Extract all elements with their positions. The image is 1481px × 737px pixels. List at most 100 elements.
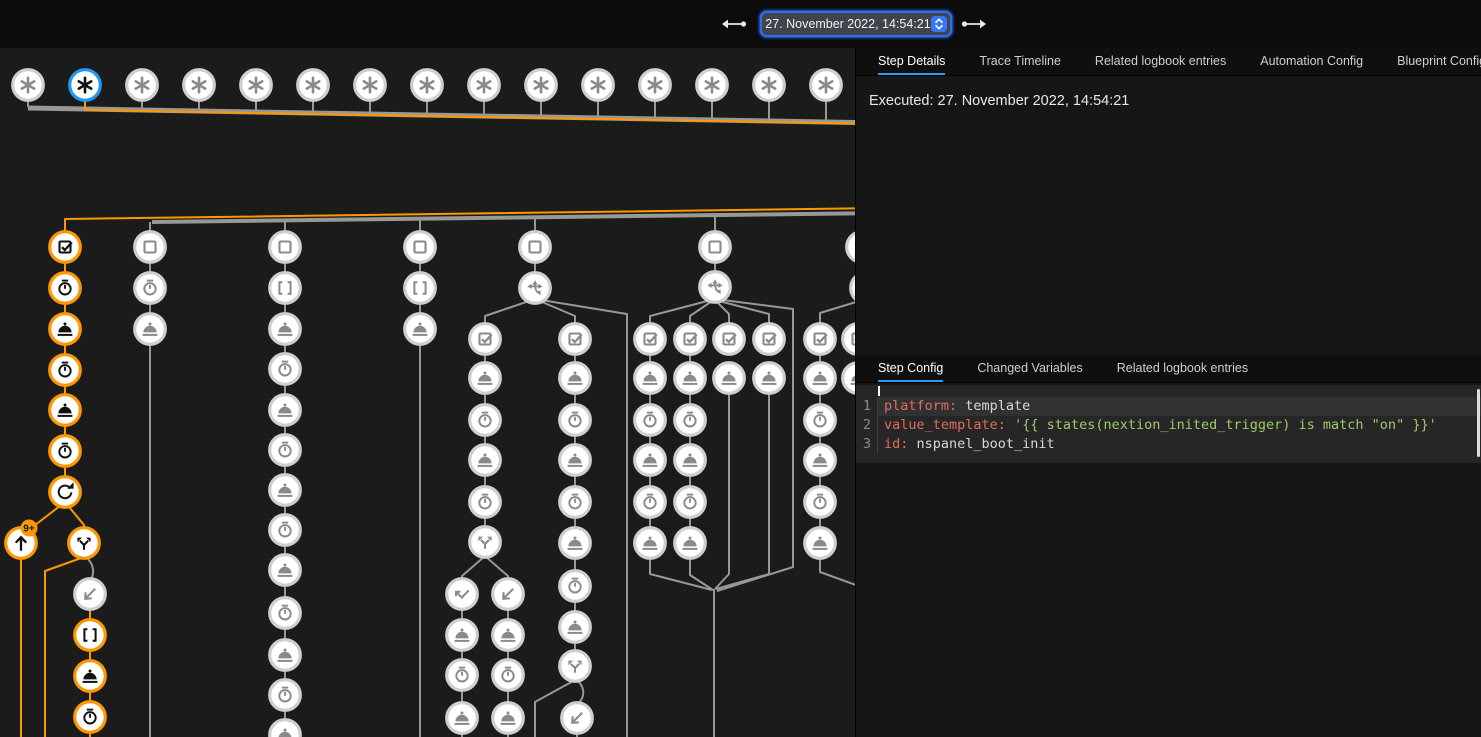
graph-node-square[interactable] xyxy=(405,232,436,263)
graph-node-repeat[interactable] xyxy=(50,477,81,508)
graph-node-service[interactable] xyxy=(675,528,706,559)
graph-node-asterisk[interactable] xyxy=(127,70,158,101)
graph-node-timer[interactable] xyxy=(675,405,706,436)
graph-node-timer[interactable] xyxy=(805,405,836,436)
graph-node-timer[interactable] xyxy=(270,435,301,466)
graph-node-service[interactable] xyxy=(50,314,81,345)
graph-node-service[interactable] xyxy=(675,363,706,394)
graph-node-service[interactable] xyxy=(75,661,106,692)
graph-node-service[interactable] xyxy=(560,445,591,476)
graph-node-asterisk[interactable] xyxy=(754,70,785,101)
graph-node-service[interactable] xyxy=(493,703,524,734)
graph-node-service[interactable] xyxy=(470,363,501,394)
graph-node-service[interactable] xyxy=(843,363,855,394)
graph-node-asterisk[interactable] xyxy=(355,70,386,101)
graph-node-service[interactable] xyxy=(447,703,478,734)
graph-node-checkbox[interactable] xyxy=(560,324,591,355)
graph-node-timer[interactable] xyxy=(470,487,501,518)
tab-blueprint-config[interactable]: Blueprint Config xyxy=(1397,48,1481,75)
graph-node-asterisk[interactable] xyxy=(583,70,614,101)
graph-node-timer[interactable] xyxy=(270,680,301,711)
graph-node-service[interactable] xyxy=(470,445,501,476)
graph-node-square[interactable] xyxy=(847,232,855,263)
graph-node-checkbox[interactable] xyxy=(470,324,501,355)
graph-node-arrow-bottom-left[interactable] xyxy=(75,579,106,610)
graph-node-arrow-bottom-left[interactable] xyxy=(493,579,524,610)
run-datetime-select[interactable]: 27. November 2022, 14:54:21 xyxy=(762,13,950,35)
graph-node-checkbox[interactable] xyxy=(805,324,836,355)
graph-node-choose[interactable] xyxy=(520,273,551,304)
graph-node-square[interactable] xyxy=(700,232,731,263)
next-run-button[interactable] xyxy=(959,17,989,31)
step-config-code-editor[interactable]: 1platform: template2value_template: '{{ … xyxy=(856,385,1481,463)
graph-node-service[interactable] xyxy=(560,363,591,394)
graph-node-service[interactable] xyxy=(270,395,301,426)
graph-node-call-missed[interactable] xyxy=(447,579,478,610)
graph-node-timer[interactable] xyxy=(675,487,706,518)
graph-node-timer[interactable] xyxy=(50,355,81,386)
graph-node-timer[interactable] xyxy=(493,660,524,691)
tab-step-details[interactable]: Step Details xyxy=(878,48,945,75)
graph-node-checkbox[interactable] xyxy=(843,324,855,355)
graph-node-asterisk[interactable] xyxy=(298,70,329,101)
graph-node-asterisk[interactable] xyxy=(640,70,671,101)
graph-node-asterisk[interactable] xyxy=(184,70,215,101)
graph-node-choose[interactable] xyxy=(700,272,731,303)
graph-node-asterisk[interactable] xyxy=(412,70,443,101)
editor-scrollbar[interactable] xyxy=(1477,389,1480,457)
graph-node-asterisk[interactable] xyxy=(13,70,44,101)
graph-node-timer[interactable] xyxy=(635,487,666,518)
tab-changed-variables[interactable]: Changed Variables xyxy=(977,355,1082,382)
graph-node-asterisk[interactable] xyxy=(469,70,500,101)
graph-node-timer[interactable] xyxy=(270,515,301,546)
graph-node-service[interactable] xyxy=(270,475,301,506)
graph-node-asterisk[interactable] xyxy=(241,70,272,101)
graph-node-timer[interactable] xyxy=(635,405,666,436)
graph-node-service[interactable] xyxy=(270,555,301,586)
graph-node-square[interactable] xyxy=(520,232,551,263)
graph-node-timer[interactable] xyxy=(560,487,591,518)
graph-node-checkbox[interactable] xyxy=(675,324,706,355)
graph-node-service[interactable] xyxy=(675,445,706,476)
graph-node-checkbox[interactable] xyxy=(50,232,81,263)
graph-node-checkbox[interactable] xyxy=(754,324,785,355)
graph-node-checkbox[interactable] xyxy=(635,324,666,355)
graph-node-service[interactable] xyxy=(805,363,836,394)
graph-node-call-split[interactable] xyxy=(470,527,501,558)
graph-node-service[interactable] xyxy=(635,445,666,476)
graph-node-timer[interactable] xyxy=(560,405,591,436)
graph-node-service[interactable] xyxy=(270,640,301,671)
graph-node-timer[interactable] xyxy=(447,660,478,691)
graph-node-asterisk[interactable] xyxy=(811,70,842,101)
graph-node-service[interactable] xyxy=(754,363,785,394)
graph-node-service[interactable] xyxy=(405,314,436,345)
graph-node-service[interactable] xyxy=(560,528,591,559)
graph-node-service[interactable] xyxy=(805,528,836,559)
graph-node-timer[interactable] xyxy=(50,436,81,467)
graph-node-timer[interactable] xyxy=(805,487,836,518)
tab-related-logbook-entries[interactable]: Related logbook entries xyxy=(1095,48,1226,75)
graph-node-service[interactable] xyxy=(714,363,745,394)
graph-node-service[interactable] xyxy=(135,314,166,345)
graph-node-timer[interactable] xyxy=(75,702,106,733)
graph-node-brackets[interactable] xyxy=(75,620,106,651)
graph-node-service[interactable] xyxy=(447,620,478,651)
tab-trace-timeline[interactable]: Trace Timeline xyxy=(979,48,1061,75)
previous-run-button[interactable] xyxy=(719,17,749,31)
graph-node-service[interactable] xyxy=(635,363,666,394)
graph-node-service[interactable] xyxy=(805,445,836,476)
graph-node-call-split[interactable] xyxy=(69,528,100,559)
graph-node-asterisk[interactable] xyxy=(526,70,557,101)
graph-node-service[interactable] xyxy=(270,314,301,345)
graph-node-timer[interactable] xyxy=(50,273,81,304)
graph-node-asterisk[interactable] xyxy=(70,70,101,101)
automation-trace-graph[interactable]: 9+ xyxy=(0,48,855,737)
graph-node-asterisk[interactable] xyxy=(697,70,728,101)
graph-node-checkbox[interactable] xyxy=(714,324,745,355)
graph-node-square[interactable] xyxy=(135,232,166,263)
graph-node-timer[interactable] xyxy=(560,571,591,602)
graph-node-service[interactable] xyxy=(560,612,591,643)
graph-node-timer[interactable] xyxy=(270,598,301,629)
graph-node-timer[interactable] xyxy=(270,354,301,385)
graph-node-square[interactable] xyxy=(270,232,301,263)
